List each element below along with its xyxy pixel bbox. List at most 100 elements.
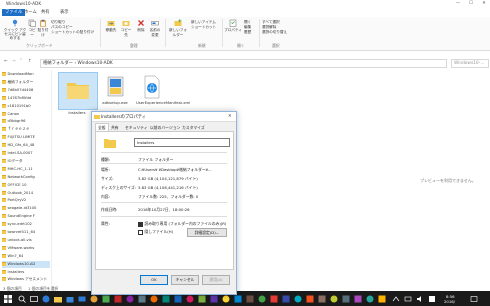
tab-sharing[interactable]: 共有 — [109, 124, 121, 131]
address-bar[interactable]: 格納フォルダー › Windows10-ADK — [40, 58, 447, 68]
app-icon[interactable] — [366, 295, 374, 303]
taskbar-clock[interactable]: 8:56 — [446, 294, 455, 299]
sidebar-item[interactable]: d5bbgr96 — [2, 118, 50, 125]
app-icon[interactable] — [342, 295, 350, 303]
app-icon[interactable] — [174, 295, 182, 303]
app-icon[interactable] — [126, 295, 134, 303]
sidebar-item[interactable]: Outlook_2014 — [2, 190, 50, 197]
app-icon[interactable] — [378, 295, 386, 303]
network-icon[interactable] — [404, 295, 412, 303]
sidebar-item[interactable]: IOデータ — [2, 158, 50, 165]
app-icon[interactable] — [198, 295, 206, 303]
cancel-button[interactable]: キャンセル — [171, 275, 199, 285]
apply-button[interactable]: 適用(A) — [202, 275, 230, 285]
paste-shortcut-button[interactable]: ショートカットの貼り付け — [51, 30, 94, 35]
app-icon[interactable] — [330, 295, 338, 303]
file-item-adksetup[interactable]: adksetup.exe — [100, 75, 130, 105]
invert-selection-button[interactable]: 選択の切り替え — [262, 30, 287, 35]
move-to-button[interactable]: 移動先 — [104, 19, 118, 33]
mail-icon[interactable] — [78, 295, 86, 303]
notification-icon[interactable] — [470, 295, 478, 303]
sidebar-item[interactable]: seagate-id3100 — [2, 205, 50, 212]
sidebar-item[interactable]: Intel-SA-0007 — [2, 150, 50, 157]
tab-view[interactable]: 表示 — [57, 9, 72, 16]
file-item-manifest[interactable]: UserExperienceManifest.xml — [136, 75, 190, 105]
volume-icon[interactable] — [416, 295, 424, 303]
sidebar-item[interactable]: DownloadMan — [2, 71, 50, 78]
minimize-button[interactable]: — — [452, 0, 464, 8]
app-icon[interactable] — [102, 295, 110, 303]
sidebar-item[interactable]: Windows10-AD — [2, 260, 50, 268]
paste-button[interactable]: 貼り付け — [37, 19, 49, 38]
sidebar-item[interactable]: FUJITSU LIMITE — [2, 134, 50, 141]
file-explorer-icon[interactable] — [54, 295, 62, 303]
forward-arrow-icon[interactable]: → — [12, 59, 16, 64]
app-icon[interactable] — [306, 295, 314, 303]
sidebar-item[interactable]: ｆｒｅｅｚｅ — [2, 126, 50, 133]
sidebar-item[interactable]: HD_Gfx_64_48 — [2, 142, 50, 149]
app-icon[interactable] — [282, 295, 290, 303]
rename-button[interactable]: 名前の変更 — [148, 19, 162, 38]
sidebar-item[interactable]: c1810191b0 — [2, 103, 50, 110]
tab-share[interactable]: 共有 — [38, 9, 53, 16]
app-icon[interactable] — [138, 295, 146, 303]
tab-customize[interactable]: カスタマイズ — [180, 124, 207, 131]
app-icon[interactable] — [186, 295, 194, 303]
copy-to-button[interactable]: コピー先 — [119, 19, 133, 38]
sidebar-item[interactable]: unlock-all-vis — [2, 237, 50, 244]
app-icon[interactable] — [114, 295, 122, 303]
maximize-button[interactable]: ☐ — [465, 0, 477, 8]
tab-security[interactable]: セキュリティ — [123, 124, 150, 131]
file-item-installers[interactable]: Installers — [58, 72, 98, 115]
app-icon[interactable] — [318, 295, 326, 303]
tab-home[interactable]: ホーム — [21, 9, 40, 16]
ime-icon[interactable] — [428, 295, 436, 303]
easy-access-button[interactable]: ショートカット — [191, 25, 216, 30]
back-arrow-icon[interactable]: ← — [4, 59, 8, 64]
properties-button[interactable]: プロパティ — [224, 19, 242, 33]
windows-start-icon[interactable] — [4, 294, 12, 303]
tray-icons[interactable] — [392, 295, 400, 303]
sidebar-item[interactable]: Windows アセスメント — [2, 276, 50, 283]
search-icon[interactable] — [18, 295, 26, 303]
sidebar-item[interactable]: OFFICE 10 — [2, 182, 50, 189]
app-icon[interactable] — [162, 295, 170, 303]
sidebar-item[interactable]: NetworkConfig — [2, 174, 50, 181]
sidebar-item[interactable]: Canon — [2, 111, 50, 118]
sidebar-item[interactable]: Win7_64 — [2, 253, 50, 260]
app-icon[interactable] — [258, 295, 266, 303]
sidebar-item[interactable]: 14767bf0fdd — [2, 95, 50, 102]
readonly-checkbox[interactable]: 読み取り専用 (フォルダー内のファイルのみ)(R) — [138, 221, 226, 227]
app-icon[interactable] — [90, 295, 98, 303]
pin-button[interactable]: クイック アクセスにピン留めする — [3, 19, 27, 40]
ok-button[interactable]: OK — [140, 275, 168, 285]
sidebar-item[interactable]: VMware-works — [2, 245, 50, 252]
search-input[interactable]: Windows10-... — [451, 58, 489, 68]
tab-previous-versions[interactable]: 以前のバージョン — [148, 124, 182, 131]
close-button[interactable]: ✕ — [478, 0, 490, 8]
sidebar-item[interactable]: MHC-HC_1.11 — [2, 166, 50, 173]
new-folder-button[interactable]: 新しいフォルダー — [168, 19, 188, 38]
dialog-close-icon[interactable]: ✕ — [228, 114, 232, 119]
sidebar-item[interactable]: 7d6b07d4406 — [2, 87, 50, 94]
edge-browser-icon[interactable] — [42, 295, 50, 303]
sidebar-item[interactable]: SoundEngine F — [2, 213, 50, 220]
sidebar-item[interactable]: PortQryV2 — [2, 197, 50, 204]
sidebar-item[interactable]: Installers — [2, 269, 50, 276]
folder-name-input[interactable]: Installers — [134, 138, 230, 147]
app-icon[interactable] — [270, 295, 278, 303]
delete-button[interactable]: 削除 — [136, 19, 146, 33]
copy-button[interactable]: コピー — [27, 19, 37, 38]
recent-dropdown-icon[interactable]: ˅ — [20, 59, 22, 64]
app-icon[interactable] — [150, 295, 158, 303]
hidden-checkbox[interactable]: 隠しファイル(H) — [138, 229, 173, 235]
app-icon[interactable] — [210, 295, 218, 303]
sidebar-item[interactable]: townref411_64 — [2, 229, 50, 236]
app-icon[interactable] — [234, 295, 242, 303]
sidebar-item[interactable]: 格納フォルダー — [2, 79, 50, 86]
sidebar-item[interactable]: sync-edrt102 — [2, 221, 50, 228]
store-icon[interactable] — [66, 295, 74, 303]
app-icon[interactable] — [222, 295, 230, 303]
task-view-icon[interactable] — [30, 295, 38, 303]
history-button[interactable]: 履歴 — [244, 30, 251, 35]
